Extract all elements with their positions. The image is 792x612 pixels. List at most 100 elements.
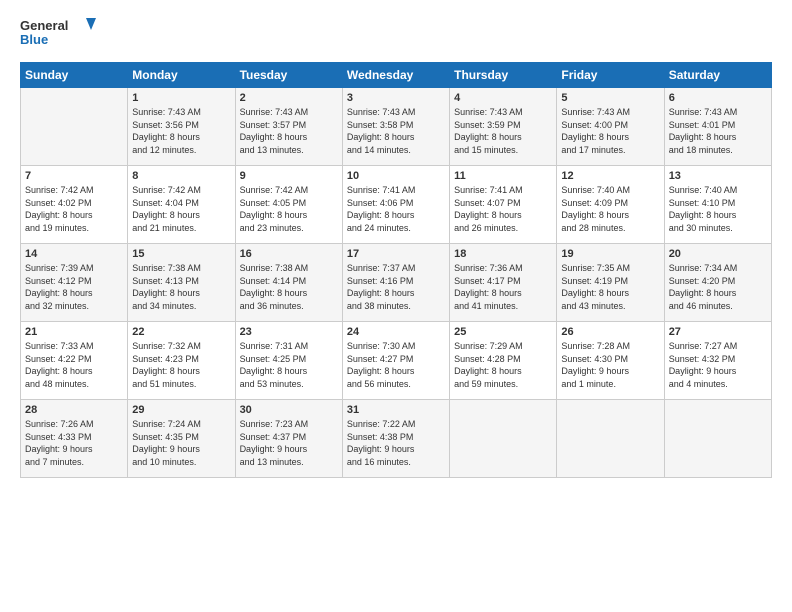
day-content: Sunrise: 7:42 AM Sunset: 4:04 PM Dayligh…: [132, 184, 230, 234]
day-content: Sunrise: 7:43 AM Sunset: 3:58 PM Dayligh…: [347, 106, 445, 156]
calendar-cell: 27 Sunrise: 7:27 AM Sunset: 4:32 PM Dayli…: [664, 322, 771, 400]
day-number: 24: [347, 326, 445, 338]
calendar-week-row: 28Sunrise: 7:26 AM Sunset: 4:33 PM Dayli…: [21, 400, 772, 478]
day-number: 17: [347, 248, 445, 260]
day-number: 27: [669, 326, 767, 338]
day-number: 8: [132, 170, 230, 182]
day-number: 13: [669, 170, 767, 182]
day-content: Sunrise: 7:43 AM Sunset: 3:57 PM Dayligh…: [240, 106, 338, 156]
calendar-cell: 28Sunrise: 7:26 AM Sunset: 4:33 PM Dayli…: [21, 400, 128, 478]
calendar-cell: 6Sunrise: 7:43 AM Sunset: 4:01 PM Daylig…: [664, 88, 771, 166]
day-number: 5: [561, 92, 659, 104]
calendar-cell: 14 Sunrise: 7:39 AM Sunset: 4:12 PM Dayli…: [21, 244, 128, 322]
day-content: Sunrise: 7:38 AM Sunset: 4:14 PM Dayligh…: [240, 262, 338, 312]
day-content: Sunrise: 7:39 AM Sunset: 4:12 PM Dayligh…: [25, 262, 123, 312]
calendar-week-row: 7 Sunrise: 7:42 AM Sunset: 4:02 PM Daylig…: [21, 166, 772, 244]
col-header-sunday: Sunday: [21, 63, 128, 88]
day-content: Sunrise: 7:41 AM Sunset: 4:06 PM Dayligh…: [347, 184, 445, 234]
col-header-wednesday: Wednesday: [342, 63, 449, 88]
col-header-thursday: Thursday: [450, 63, 557, 88]
day-number: 21: [25, 326, 123, 338]
calendar-cell: 1 Sunrise: 7:43 AM Sunset: 3:56 PM Daylig…: [128, 88, 235, 166]
day-number: 23: [240, 326, 338, 338]
col-header-saturday: Saturday: [664, 63, 771, 88]
day-number: 7: [25, 170, 123, 182]
day-content: Sunrise: 7:41 AM Sunset: 4:07 PM Dayligh…: [454, 184, 552, 234]
day-number: 30: [240, 404, 338, 416]
day-number: 20: [669, 248, 767, 260]
day-content: Sunrise: 7:40 AM Sunset: 4:09 PM Dayligh…: [561, 184, 659, 234]
day-content: Sunrise: 7:42 AM Sunset: 4:02 PM Dayligh…: [25, 184, 123, 234]
day-content: Sunrise: 7:38 AM Sunset: 4:13 PM Dayligh…: [132, 262, 230, 312]
col-header-tuesday: Tuesday: [235, 63, 342, 88]
day-content: Sunrise: 7:31 AM Sunset: 4:25 PM Dayligh…: [240, 340, 338, 390]
day-content: Sunrise: 7:42 AM Sunset: 4:05 PM Dayligh…: [240, 184, 338, 234]
calendar-cell: [450, 400, 557, 478]
generalblue-logo: General Blue: [20, 16, 100, 52]
day-number: 26: [561, 326, 659, 338]
day-number: 15: [132, 248, 230, 260]
day-number: 11: [454, 170, 552, 182]
day-content: Sunrise: 7:30 AM Sunset: 4:27 PM Dayligh…: [347, 340, 445, 390]
svg-text:Blue: Blue: [20, 32, 48, 47]
calendar-cell: 8 Sunrise: 7:42 AM Sunset: 4:04 PM Daylig…: [128, 166, 235, 244]
calendar-cell: 25Sunrise: 7:29 AM Sunset: 4:28 PM Dayli…: [450, 322, 557, 400]
calendar-cell: [664, 400, 771, 478]
calendar-cell: [21, 88, 128, 166]
calendar-cell: 31Sunrise: 7:22 AM Sunset: 4:38 PM Dayli…: [342, 400, 449, 478]
header: General Blue: [20, 16, 772, 52]
day-number: 3: [347, 92, 445, 104]
calendar-cell: 4 Sunrise: 7:43 AM Sunset: 3:59 PM Daylig…: [450, 88, 557, 166]
calendar-cell: 19Sunrise: 7:35 AM Sunset: 4:19 PM Dayli…: [557, 244, 664, 322]
day-number: 9: [240, 170, 338, 182]
calendar-cell: 9 Sunrise: 7:42 AM Sunset: 4:05 PM Daylig…: [235, 166, 342, 244]
calendar-cell: 22 Sunrise: 7:32 AM Sunset: 4:23 PM Dayli…: [128, 322, 235, 400]
day-number: 18: [454, 248, 552, 260]
calendar-cell: 23 Sunrise: 7:31 AM Sunset: 4:25 PM Dayli…: [235, 322, 342, 400]
day-content: Sunrise: 7:37 AM Sunset: 4:16 PM Dayligh…: [347, 262, 445, 312]
day-number: 1: [132, 92, 230, 104]
day-content: Sunrise: 7:43 AM Sunset: 3:59 PM Dayligh…: [454, 106, 552, 156]
day-content: Sunrise: 7:26 AM Sunset: 4:33 PM Dayligh…: [25, 418, 123, 468]
day-content: Sunrise: 7:27 AM Sunset: 4:32 PM Dayligh…: [669, 340, 767, 390]
calendar-cell: 12Sunrise: 7:40 AM Sunset: 4:09 PM Dayli…: [557, 166, 664, 244]
calendar-cell: 17 Sunrise: 7:37 AM Sunset: 4:16 PM Dayli…: [342, 244, 449, 322]
calendar-cell: 3 Sunrise: 7:43 AM Sunset: 3:58 PM Daylig…: [342, 88, 449, 166]
calendar-cell: 15 Sunrise: 7:38 AM Sunset: 4:13 PM Dayli…: [128, 244, 235, 322]
calendar-table: SundayMondayTuesdayWednesdayThursdayFrid…: [20, 62, 772, 478]
day-number: 2: [240, 92, 338, 104]
logo: General Blue: [20, 16, 100, 52]
day-number: 22: [132, 326, 230, 338]
day-content: Sunrise: 7:23 AM Sunset: 4:37 PM Dayligh…: [240, 418, 338, 468]
calendar-week-row: 21 Sunrise: 7:33 AM Sunset: 4:22 PM Dayli…: [21, 322, 772, 400]
day-content: Sunrise: 7:22 AM Sunset: 4:38 PM Dayligh…: [347, 418, 445, 468]
calendar-header-row: SundayMondayTuesdayWednesdayThursdayFrid…: [21, 63, 772, 88]
col-header-monday: Monday: [128, 63, 235, 88]
day-content: Sunrise: 7:28 AM Sunset: 4:30 PM Dayligh…: [561, 340, 659, 390]
calendar-cell: 13 Sunrise: 7:40 AM Sunset: 4:10 PM Dayli…: [664, 166, 771, 244]
day-content: Sunrise: 7:40 AM Sunset: 4:10 PM Dayligh…: [669, 184, 767, 234]
calendar-cell: 24 Sunrise: 7:30 AM Sunset: 4:27 PM Dayli…: [342, 322, 449, 400]
day-content: Sunrise: 7:43 AM Sunset: 4:00 PM Dayligh…: [561, 106, 659, 156]
day-number: 25: [454, 326, 552, 338]
calendar-cell: [557, 400, 664, 478]
col-header-friday: Friday: [557, 63, 664, 88]
calendar-cell: 2 Sunrise: 7:43 AM Sunset: 3:57 PM Daylig…: [235, 88, 342, 166]
day-number: 19: [561, 248, 659, 260]
day-content: Sunrise: 7:32 AM Sunset: 4:23 PM Dayligh…: [132, 340, 230, 390]
day-content: Sunrise: 7:33 AM Sunset: 4:22 PM Dayligh…: [25, 340, 123, 390]
day-content: Sunrise: 7:43 AM Sunset: 3:56 PM Dayligh…: [132, 106, 230, 156]
day-number: 14: [25, 248, 123, 260]
calendar-cell: 11 Sunrise: 7:41 AM Sunset: 4:07 PM Dayli…: [450, 166, 557, 244]
day-content: Sunrise: 7:36 AM Sunset: 4:17 PM Dayligh…: [454, 262, 552, 312]
day-number: 16: [240, 248, 338, 260]
day-content: Sunrise: 7:43 AM Sunset: 4:01 PM Dayligh…: [669, 106, 767, 156]
day-number: 29: [132, 404, 230, 416]
calendar-cell: 21 Sunrise: 7:33 AM Sunset: 4:22 PM Dayli…: [21, 322, 128, 400]
calendar-cell: 26 Sunrise: 7:28 AM Sunset: 4:30 PM Dayli…: [557, 322, 664, 400]
svg-text:General: General: [20, 18, 68, 33]
calendar-cell: 5 Sunrise: 7:43 AM Sunset: 4:00 PM Daylig…: [557, 88, 664, 166]
calendar-cell: 20Sunrise: 7:34 AM Sunset: 4:20 PM Dayli…: [664, 244, 771, 322]
calendar-cell: 30 Sunrise: 7:23 AM Sunset: 4:37 PM Dayli…: [235, 400, 342, 478]
day-number: 4: [454, 92, 552, 104]
